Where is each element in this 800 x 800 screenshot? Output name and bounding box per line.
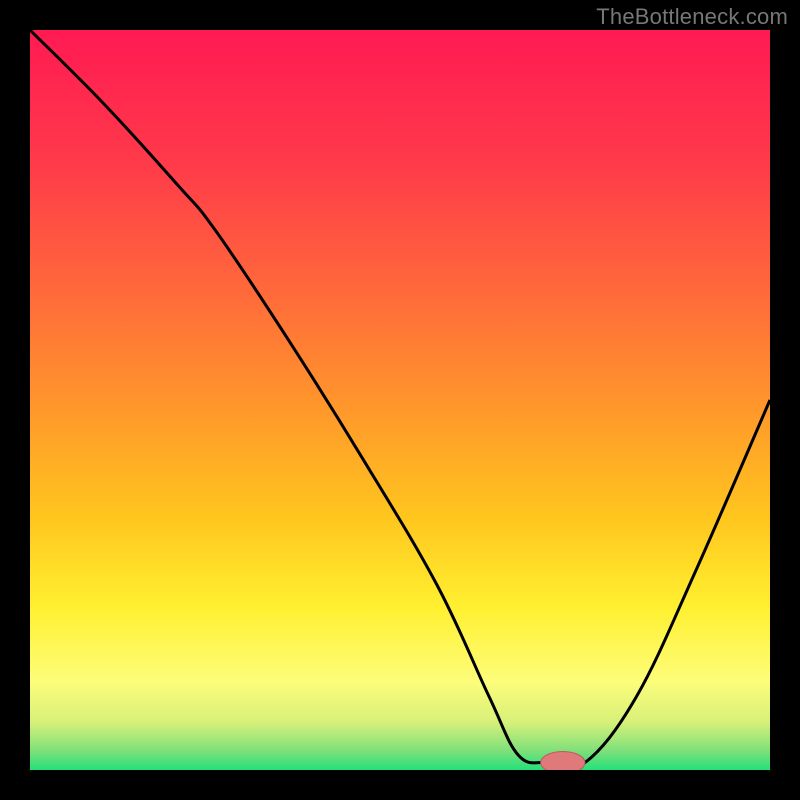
optimal-marker [541, 752, 585, 771]
plot-area [30, 30, 770, 770]
chart-svg [30, 30, 770, 770]
chart-frame: TheBottleneck.com [0, 0, 800, 800]
plot-background [30, 30, 770, 770]
watermark-label: TheBottleneck.com [596, 4, 788, 30]
